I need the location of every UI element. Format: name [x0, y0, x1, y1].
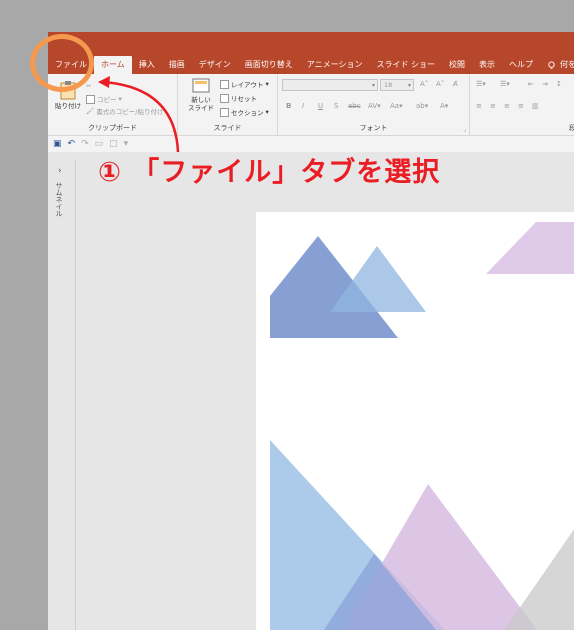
folder-icon[interactable]: ▢ [109, 139, 118, 149]
paragraph-group-label: 段 [569, 124, 574, 132]
italic-button[interactable]: I [302, 102, 304, 110]
copy-icon [86, 94, 95, 104]
highlight-button[interactable]: ab▾ [416, 102, 428, 110]
font-size-dropdown[interactable]: 18 ▾ [380, 79, 414, 91]
tell-me-search[interactable]: 何をします [540, 56, 574, 74]
reset-button[interactable]: リセット [220, 93, 257, 103]
new-slide-icon [192, 78, 210, 93]
paste-label: 貼り付け [55, 102, 81, 110]
customize-qat-icon[interactable]: ▾ [124, 139, 129, 149]
bullets-button[interactable]: ☰▾ [476, 80, 486, 88]
section-button[interactable]: セクション ▾ [220, 107, 269, 117]
paragraph-group: ☰▾ ☰▾ ⇤ ⇥ ↕ ≡ ≡ ≡ ≡ ▥ 段 [470, 74, 574, 136]
clear-format-button[interactable]: A̸ [453, 80, 458, 88]
decrease-indent-button[interactable]: ⇤ [528, 80, 534, 88]
present-icon[interactable]: ▭ [95, 139, 104, 149]
copy-label: コピー [97, 96, 117, 104]
align-right-button[interactable]: ≡ [504, 102, 510, 110]
columns-button[interactable]: ▥ [532, 102, 539, 110]
section-icon [220, 107, 229, 117]
grow-font-button[interactable]: A˄ [420, 80, 428, 88]
bold-button[interactable]: B [286, 102, 291, 110]
lightbulb-icon [548, 60, 555, 69]
tab-design[interactable]: デザイン [192, 56, 238, 74]
underline-button[interactable]: U [318, 102, 323, 110]
font-size-value: 18 [384, 81, 393, 89]
reset-label: リセット [231, 95, 257, 103]
new-slide-label-2: スライド [188, 104, 214, 112]
line-spacing-button[interactable]: ↕ [556, 80, 562, 88]
format-painter-label: 書式のコピー/貼り付け [96, 108, 164, 116]
tab-draw[interactable]: 描画 [162, 56, 192, 74]
tab-insert[interactable]: 挿入 [132, 56, 162, 74]
layout-label: レイアウト [231, 81, 264, 89]
font-color-button[interactable]: A▾ [440, 102, 448, 110]
powerpoint-window: ファイル ホーム 挿入 描画 デザイン 画面切り替え アニメーション スライド … [48, 32, 574, 630]
clipboard-group-label: クリップボード [88, 124, 137, 132]
align-left-button[interactable]: ≡ [476, 102, 482, 110]
font-name-dropdown[interactable]: ▾ [282, 79, 378, 91]
clipboard-launcher[interactable]: ⌟ [171, 126, 174, 133]
font-group: ▾ 18 ▾ A˄ A˅ A̸ B I U S abc AV▾ Aa▾ ab▾ A… [278, 74, 470, 136]
layout-icon [220, 79, 229, 89]
shadow-button[interactable]: S [334, 102, 338, 110]
numbering-button[interactable]: ☰▾ [500, 80, 510, 88]
strikethrough-button[interactable]: abc [348, 102, 361, 110]
thumbnail-pane: › サムネイル [48, 160, 76, 630]
tab-slideshow[interactable]: スライド ショー [369, 56, 442, 74]
tab-review[interactable]: 校閲 [442, 56, 472, 74]
tab-help[interactable]: ヘルプ [502, 56, 540, 74]
tell-me-label: 何をします [560, 60, 574, 69]
tab-view[interactable]: 表示 [472, 56, 502, 74]
slides-group-label: スライド [213, 124, 242, 132]
char-spacing-button[interactable]: AV▾ [368, 102, 381, 110]
align-center-button[interactable]: ≡ [490, 102, 496, 110]
change-case-button[interactable]: Aa▾ [390, 102, 403, 110]
cut-button[interactable]: ✂ [86, 82, 91, 90]
brush-icon: 🖌 [86, 107, 95, 115]
layout-button[interactable]: レイアウト ▾ [220, 79, 269, 89]
justify-button[interactable]: ≡ [518, 102, 524, 110]
ribbon-home: 貼り付け ✂ コピー ▾ 🖌 書式のコピー/貼り付け クリップボード ⌟ 新しい ス… [48, 74, 574, 136]
section-label: セクション [231, 109, 264, 117]
font-group-label: フォント [359, 124, 388, 132]
ribbon-tab-bar: ファイル ホーム 挿入 描画 デザイン 画面切り替え アニメーション スライド … [48, 32, 574, 74]
new-slide-label-1: 新しい [191, 96, 211, 104]
redo-icon[interactable]: ↷ [81, 139, 89, 149]
instruction-text: ① 「ファイル」タブを選択 [98, 157, 441, 188]
tab-home[interactable]: ホーム [94, 56, 132, 74]
expand-chevron-icon[interactable]: › [58, 166, 62, 176]
slide-canvas[interactable] [256, 212, 574, 630]
copy-button[interactable]: コピー ▾ [86, 94, 122, 104]
shrink-font-button[interactable]: A˅ [436, 80, 444, 88]
ribbon-tabs: ファイル ホーム 挿入 描画 デザイン 画面切り替え アニメーション スライド … [48, 54, 574, 74]
tab-transitions[interactable]: 画面切り替え [238, 56, 300, 74]
scissors-icon: ✂ [86, 82, 92, 90]
undo-icon[interactable]: ↶ [68, 139, 76, 149]
format-painter-button[interactable]: 🖌 書式のコピー/貼り付け [86, 106, 163, 116]
new-slide-button[interactable]: 新しい スライド [186, 78, 216, 112]
reset-icon [220, 93, 229, 103]
increase-indent-button[interactable]: ⇥ [542, 80, 548, 88]
thumbnail-pane-label: サムネイル [55, 182, 63, 217]
triangle-decoration [270, 222, 574, 630]
save-icon[interactable]: ▣ [53, 139, 62, 149]
highlight-circle [30, 34, 94, 92]
tab-animations[interactable]: アニメーション [300, 56, 370, 74]
font-launcher[interactable]: ⌟ [463, 126, 466, 133]
slides-group: 新しい スライド レイアウト ▾ リセット セクション ▾ スライド [178, 74, 278, 136]
